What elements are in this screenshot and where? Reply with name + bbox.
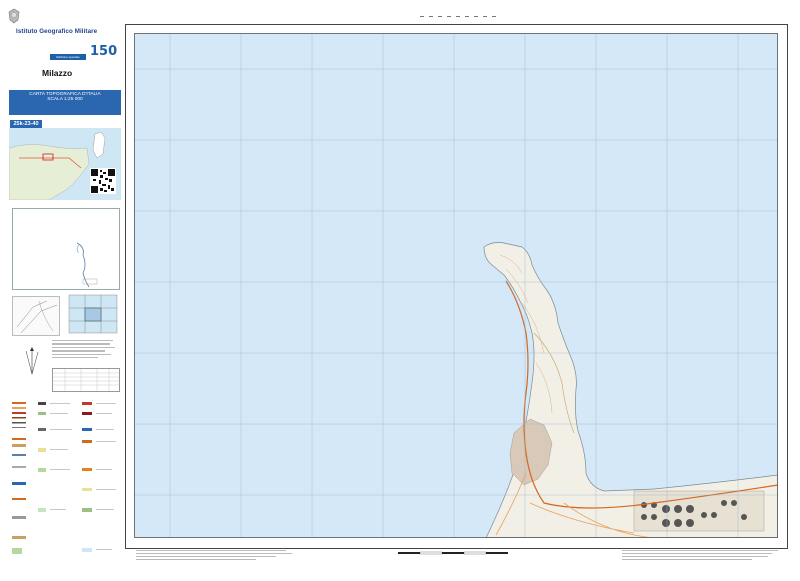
magnetic-declination-map xyxy=(12,296,60,336)
map-sheet: Istituto Geografico Militare Edizione sp… xyxy=(0,0,800,581)
topographic-map[interactable] xyxy=(134,33,778,538)
technical-notes xyxy=(52,340,118,360)
emblem-icon xyxy=(8,8,20,24)
sea-area xyxy=(134,33,778,538)
sheet-index-grid xyxy=(68,294,118,334)
sheet-title: Milazzo xyxy=(42,68,73,78)
qr-code-icon xyxy=(90,168,116,194)
footer-notes-left xyxy=(136,550,292,560)
legend-symbols xyxy=(12,402,116,554)
series-notes xyxy=(9,103,121,107)
top-coordinate-labels xyxy=(420,16,496,17)
footer-notes-right xyxy=(622,550,778,560)
edition-badge: Edizione speciale xyxy=(50,54,86,60)
coordinates-table xyxy=(52,368,120,392)
anniversary-logo: 150 xyxy=(90,44,118,59)
institute-name: Istituto Geografico Militare xyxy=(16,28,98,35)
scale-bar-icon xyxy=(398,551,508,555)
legend-column: Istituto Geografico Militare Edizione sp… xyxy=(8,8,122,573)
overview-map xyxy=(12,208,120,290)
series-line-2: SCALA 1:25 000 xyxy=(47,97,83,102)
north-arrow-icon xyxy=(25,347,39,375)
sheet-code: 25k-23-40 xyxy=(10,120,42,128)
series-box: CARTA TOPOGRAFICA D'ITALIA SCALA 1:25 00… xyxy=(9,90,121,115)
